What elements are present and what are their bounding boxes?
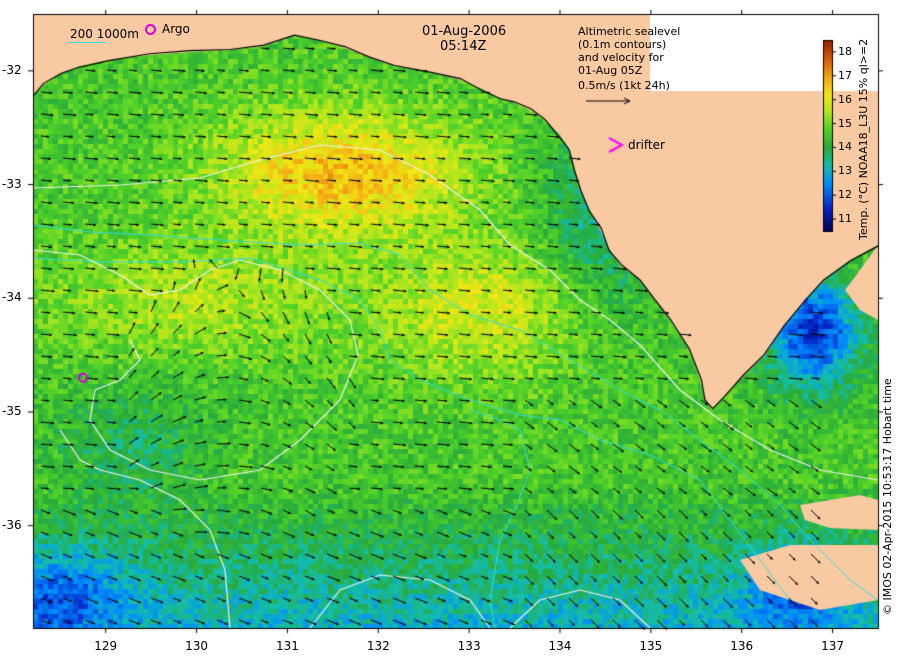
x-tick-label: 133	[457, 639, 481, 653]
argo-legend-label: Argo	[162, 22, 190, 36]
altimetry-line-2: (0.1m contours)	[578, 38, 667, 51]
copyright-text: © IMOS 02-Apr-2015 10:53:17 Hobart time	[881, 378, 894, 615]
y-tick-label: -36	[2, 517, 22, 532]
map-panel: 01-Aug-2006 05:14Z 200 1000m Argo Altime…	[0, 0, 900, 660]
x-tick-label: 130	[185, 639, 208, 653]
x-tick-label: 136	[730, 639, 754, 653]
x-tick-label: 134	[548, 639, 572, 653]
isobath-legend-label: 200 1000m	[70, 27, 139, 41]
x-tick-label: 132	[366, 639, 390, 653]
colorbar-tick-label: 13	[838, 164, 852, 178]
x-tick-label: 135	[639, 639, 663, 653]
colorbar-tick-label: 14	[838, 140, 852, 154]
sst-map-canvas	[0, 0, 900, 660]
map-date: 01-Aug-2006	[422, 24, 507, 39]
isobath-legend-line	[68, 42, 106, 43]
y-tick-label: -34	[2, 290, 22, 305]
x-tick-label: 131	[275, 639, 299, 653]
colorbar-tick-label: 15	[838, 116, 852, 130]
y-tick-label: -33	[2, 176, 22, 191]
velocity-scale-label: 0.5m/s (1kt 24h)	[578, 79, 670, 92]
altimetry-line-3: and velocity for	[578, 51, 664, 64]
colorbar-tick-label: 18	[838, 44, 852, 58]
y-tick-label: -35	[2, 403, 22, 418]
colorbar-tick-label: 17	[838, 68, 852, 82]
x-tick-label: 137	[821, 639, 845, 653]
colorbar-tick-label: 12	[838, 188, 852, 202]
altimetry-line-4: 01-Aug 05Z	[578, 64, 643, 77]
colorbar-label: Temp. (°C) NOAA18_L3U 15% ql>=2	[857, 38, 870, 240]
colorbar-tick-label: 16	[838, 92, 852, 106]
altimetry-line-1: Altimetric sealevel	[578, 25, 681, 38]
drifter-legend-label: drifter	[628, 138, 665, 152]
argo-legend-icon	[145, 24, 156, 35]
map-time: 05:14Z	[440, 39, 487, 54]
y-tick-label: -32	[2, 62, 22, 77]
colorbar-tick-label: 11	[838, 212, 852, 226]
x-tick-label: 129	[94, 639, 118, 653]
